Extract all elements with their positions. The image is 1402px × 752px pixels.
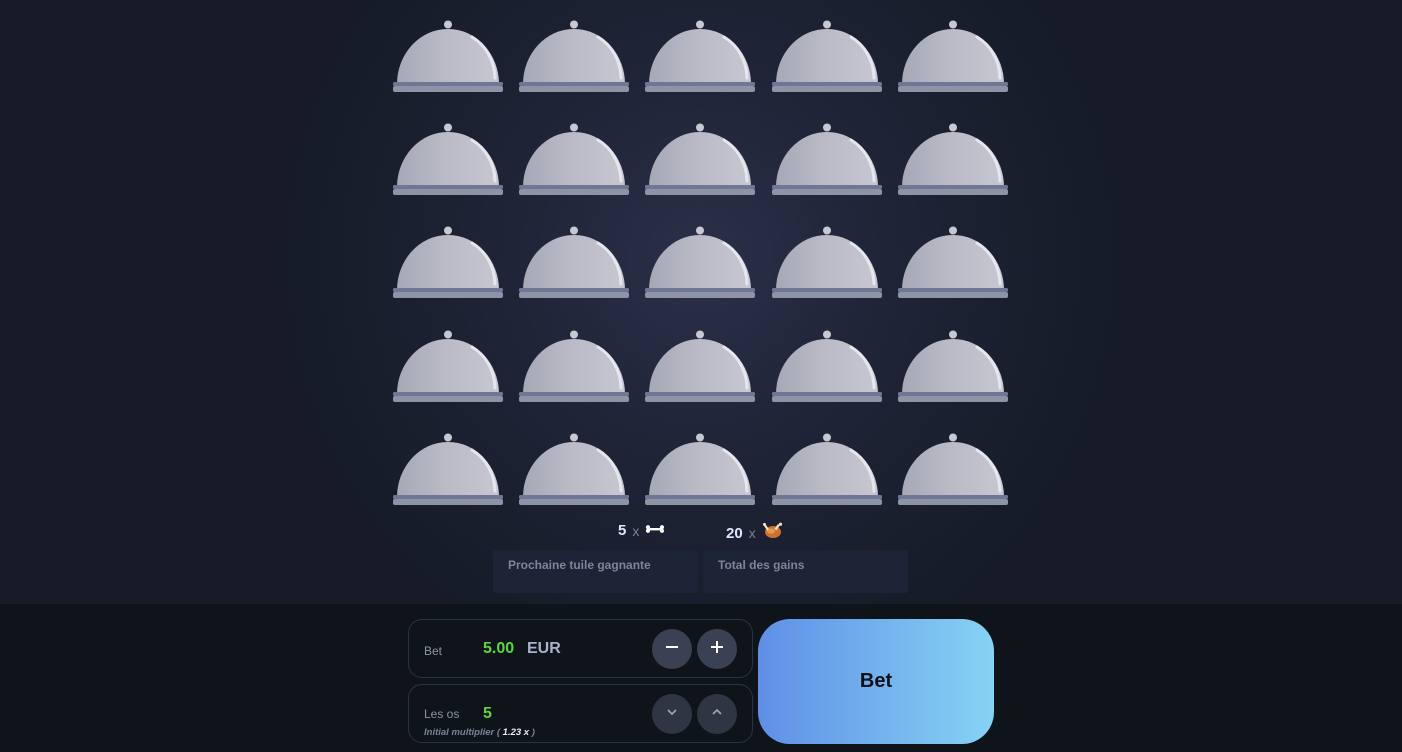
- increase-bet-button[interactable]: [697, 629, 737, 669]
- cloche-icon: [897, 18, 1009, 96]
- cloche-icon: [392, 18, 504, 96]
- cloche-icon: [644, 121, 756, 199]
- cloche-icon: [897, 431, 1009, 509]
- bones-label: Les os: [424, 707, 460, 721]
- tile-cloche-r3-c2[interactable]: [518, 224, 630, 302]
- cloche-icon: [897, 328, 1009, 406]
- tile-cloche-r3-c1[interactable]: [392, 224, 504, 302]
- cloche-icon: [518, 328, 630, 406]
- item-counts: 5 x 20 x: [0, 520, 1402, 544]
- place-bet-button[interactable]: Bet: [758, 619, 994, 744]
- cloche-icon: [518, 121, 630, 199]
- cloche-icon: [644, 328, 756, 406]
- total-winnings-label: Total des gains: [718, 558, 805, 572]
- cloche-icon: [771, 224, 883, 302]
- tile-cloche-r4-c1[interactable]: [392, 328, 504, 406]
- cloche-icon: [771, 18, 883, 96]
- cloche-icon: [644, 431, 756, 509]
- cloche-icon: [644, 18, 756, 96]
- tile-cloche-r2-c5[interactable]: [897, 121, 1009, 199]
- cloche-icon: [771, 431, 883, 509]
- tile-cloche-r3-c4[interactable]: [771, 224, 883, 302]
- bones-count-separator: x: [632, 522, 640, 539]
- cloche-icon: [518, 224, 630, 302]
- tile-cloche-r4-c5[interactable]: [897, 328, 1009, 406]
- place-bet-label: Bet: [859, 670, 893, 692]
- tile-cloche-r4-c3[interactable]: [644, 328, 756, 406]
- cloche-icon: [392, 431, 504, 509]
- next-winning-tile-box: Prochaine tuile gagnante: [493, 550, 698, 593]
- chickens-count: 20 x: [726, 522, 784, 544]
- tile-cloche-r2-c1[interactable]: [392, 121, 504, 199]
- game-board-area: 5 x 20 x Prochaine tuile gagnante Total …: [0, 0, 1402, 604]
- tile-cloche-r3-c5[interactable]: [897, 224, 1009, 302]
- tile-cloche-r2-c2[interactable]: [518, 121, 630, 199]
- tile-cloche-r1-c1[interactable]: [392, 18, 504, 96]
- cloche-icon: [392, 224, 504, 302]
- cloche-icon: [897, 224, 1009, 302]
- initial-multiplier-value: 1.23 x: [502, 727, 530, 738]
- decrease-bet-button[interactable]: [652, 629, 692, 669]
- tile-cloche-r5-c3[interactable]: [644, 431, 756, 509]
- cloche-icon: [771, 121, 883, 199]
- cloche-icon: [644, 224, 756, 302]
- bet-amount-value: 5.00: [483, 640, 515, 657]
- tile-grid: [392, 18, 1010, 508]
- tile-cloche-r1-c3[interactable]: [644, 18, 756, 96]
- minus-icon: [665, 640, 679, 659]
- roast-chicken-icon: [762, 522, 784, 544]
- chickens-count-value: 20: [726, 524, 743, 542]
- cloche-icon: [518, 431, 630, 509]
- bones-value: 5: [483, 705, 492, 722]
- tile-cloche-r4-c2[interactable]: [518, 328, 630, 406]
- bet-amount-control: Bet 5.00 EUR: [408, 619, 753, 678]
- chevron-up-icon: [711, 705, 723, 723]
- tile-cloche-r1-c4[interactable]: [771, 18, 883, 96]
- tile-cloche-r5-c5[interactable]: [897, 431, 1009, 509]
- initial-multiplier-note: Initial multiplier ( 1.23 x ): [424, 727, 535, 738]
- initial-multiplier-suffix: ): [531, 727, 535, 738]
- total-winnings-box: Total des gains: [703, 550, 908, 593]
- cloche-icon: [518, 18, 630, 96]
- cloche-icon: [392, 121, 504, 199]
- tile-cloche-r5-c4[interactable]: [771, 431, 883, 509]
- decrease-bones-button[interactable]: [652, 694, 692, 734]
- increase-bones-button[interactable]: [697, 694, 737, 734]
- cloche-icon: [897, 121, 1009, 199]
- tile-cloche-r5-c2[interactable]: [518, 431, 630, 509]
- tile-cloche-r5-c1[interactable]: [392, 431, 504, 509]
- plus-icon: [710, 640, 724, 659]
- tile-cloche-r1-c2[interactable]: [518, 18, 630, 96]
- cloche-icon: [392, 328, 504, 406]
- tile-cloche-r3-c3[interactable]: [644, 224, 756, 302]
- tile-cloche-r2-c3[interactable]: [644, 121, 756, 199]
- chickens-count-separator: x: [748, 525, 756, 541]
- bones-count-value: 5: [618, 522, 627, 539]
- tile-cloche-r1-c5[interactable]: [897, 18, 1009, 96]
- tile-cloche-r4-c4[interactable]: [771, 328, 883, 406]
- chevron-down-icon: [666, 705, 678, 723]
- bone-icon: [645, 522, 665, 539]
- initial-multiplier-prefix: Initial multiplier (: [424, 727, 501, 738]
- tile-cloche-r2-c4[interactable]: [771, 121, 883, 199]
- bones-count: 5 x: [618, 522, 665, 539]
- cloche-icon: [771, 328, 883, 406]
- bet-label: Bet: [424, 644, 443, 658]
- bones-control: Les os 5 Initial multiplier ( 1.23 x ): [408, 684, 753, 743]
- bet-currency: EUR: [527, 640, 561, 657]
- next-winning-tile-label: Prochaine tuile gagnante: [508, 558, 651, 572]
